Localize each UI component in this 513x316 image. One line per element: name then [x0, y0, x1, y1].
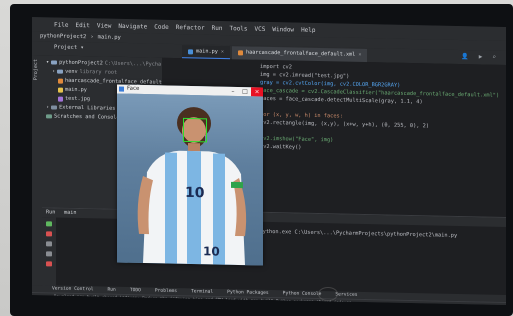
- tree-item-label: Scratches and Consoles: [54, 113, 123, 121]
- tool-tab-run[interactable]: Run: [108, 288, 116, 293]
- chevron-down-icon: ▾: [46, 59, 50, 66]
- menu-refactor[interactable]: Refactor: [176, 24, 205, 32]
- tree-item-note: library root: [79, 69, 118, 76]
- run-toolbar: [42, 217, 56, 287]
- tool-tab-python-packages[interactable]: Python Packages: [227, 290, 269, 296]
- detected-face-image: 10 10: [117, 93, 263, 266]
- tree-item-venv[interactable]: › venv library root: [52, 67, 117, 76]
- maximize-icon[interactable]: □: [239, 87, 251, 96]
- tool-tab-todo[interactable]: TODO: [130, 288, 141, 293]
- tree-item-label: main.py: [65, 86, 87, 94]
- image-file-icon: [58, 96, 63, 102]
- code-line: cv2.imshow("Face", img): [260, 135, 334, 144]
- tree-item-label: venv: [65, 68, 78, 75]
- menu-navigate[interactable]: Navigate: [118, 22, 147, 30]
- tree-item-test-jpg[interactable]: test.jpg: [58, 95, 90, 104]
- code-line: cv2.rectangle(img, (x,y), (x+w, y+h), (0…: [260, 119, 430, 130]
- menu-run[interactable]: Run: [212, 24, 223, 31]
- monitor-logo-icon: [318, 287, 338, 301]
- chevron-right-icon: ›: [46, 104, 50, 111]
- code-line: cv2.waitKey(): [260, 143, 302, 151]
- stop-icon[interactable]: [46, 231, 52, 237]
- tree-item-label: test.jpg: [65, 95, 90, 103]
- folder-icon: [57, 69, 64, 74]
- tool-tab-terminal[interactable]: Terminal: [191, 289, 213, 294]
- python-file-icon: [58, 87, 63, 93]
- user-icon[interactable]: 👤: [461, 53, 468, 60]
- python-file-icon: [188, 48, 193, 54]
- code-line: for (x, y, w, h) in faces:: [260, 111, 343, 120]
- tree-item-scratches[interactable]: Scratches and Consoles: [46, 112, 123, 122]
- monitor-screen: File Edit View Navigate Code Refactor Ru…: [32, 17, 506, 305]
- svg-text:10: 10: [185, 185, 205, 201]
- photo: File Edit View Navigate Code Refactor Ru…: [0, 0, 513, 316]
- library-icon: [51, 105, 58, 110]
- code-line: faces = face_cascade.detectMultiScale(gr…: [260, 95, 423, 106]
- run-tab[interactable]: Run: [46, 209, 55, 215]
- tree-item-external-libraries[interactable]: › External Libraries: [46, 103, 115, 112]
- chevron-right-icon: ›: [52, 68, 56, 75]
- rerun-icon[interactable]: [46, 221, 52, 227]
- menu-tools[interactable]: Tools: [229, 25, 247, 32]
- close-icon[interactable]: ×: [251, 87, 263, 97]
- scratches-icon: [46, 114, 52, 119]
- face-detection-box: [183, 117, 207, 143]
- run-panel: Run main C:\Users\...\python.exe C:\User…: [42, 207, 506, 296]
- face-window[interactable]: Face – □ × 10 10: [117, 84, 263, 266]
- xml-file-icon: [238, 49, 243, 55]
- tree-item-main[interactable]: main.py: [58, 86, 87, 95]
- menu-window[interactable]: Window: [272, 26, 294, 33]
- search-icon[interactable]: ⌕: [492, 54, 496, 61]
- settings-icon[interactable]: [46, 241, 52, 247]
- menu-edit[interactable]: Edit: [75, 21, 89, 28]
- close-icon[interactable]: ×: [221, 49, 224, 55]
- breadcrumb-separator-icon: ›: [90, 34, 94, 41]
- minimize-icon[interactable]: –: [227, 87, 239, 96]
- toolbar-right-icons: 👤 ▶ ⌕: [461, 53, 496, 61]
- pin-icon[interactable]: [46, 251, 52, 257]
- svg-text:10: 10: [203, 244, 220, 258]
- tool-tab-problems[interactable]: Problems: [155, 289, 177, 294]
- menu-view[interactable]: View: [97, 22, 111, 29]
- menu-help[interactable]: Help: [301, 26, 315, 33]
- breadcrumb-project[interactable]: pythonProject2: [40, 33, 86, 40]
- tool-tab-version-control[interactable]: Version Control: [52, 286, 94, 292]
- project-tool-label[interactable]: Project: [33, 59, 39, 80]
- menu-file[interactable]: File: [54, 21, 68, 28]
- close-icon[interactable]: ×: [358, 52, 361, 58]
- project-view-dropdown[interactable]: Project ▾: [54, 44, 84, 51]
- window-icon: [119, 86, 124, 92]
- breadcrumb-file[interactable]: main.py: [98, 34, 121, 40]
- trash-icon[interactable]: [46, 261, 52, 267]
- xml-file-icon: [58, 78, 63, 84]
- tree-item-label: External Libraries: [59, 104, 116, 112]
- run-config-icon[interactable]: ▶: [479, 53, 483, 60]
- tab-label: main.py: [196, 48, 218, 55]
- project-view-label: Project: [54, 44, 78, 51]
- tool-tab-services[interactable]: Services: [335, 292, 357, 297]
- code-line: import cv2: [260, 63, 292, 71]
- menu-vcs[interactable]: VCS: [255, 25, 266, 32]
- face-window-title: Face: [127, 85, 140, 92]
- run-config-tab[interactable]: main: [64, 210, 77, 216]
- code-line: img = cv2.imread("test.jpg"): [260, 71, 350, 80]
- left-tool-stripe: Project: [32, 55, 42, 286]
- tab-label: haarcascade_frontalface_default.xml: [246, 49, 356, 58]
- tool-tab-python-console[interactable]: Python Console: [283, 291, 322, 297]
- folder-icon: [51, 60, 58, 65]
- menu-code[interactable]: Code: [154, 23, 168, 30]
- tree-root-label: pythonProject2: [59, 59, 103, 67]
